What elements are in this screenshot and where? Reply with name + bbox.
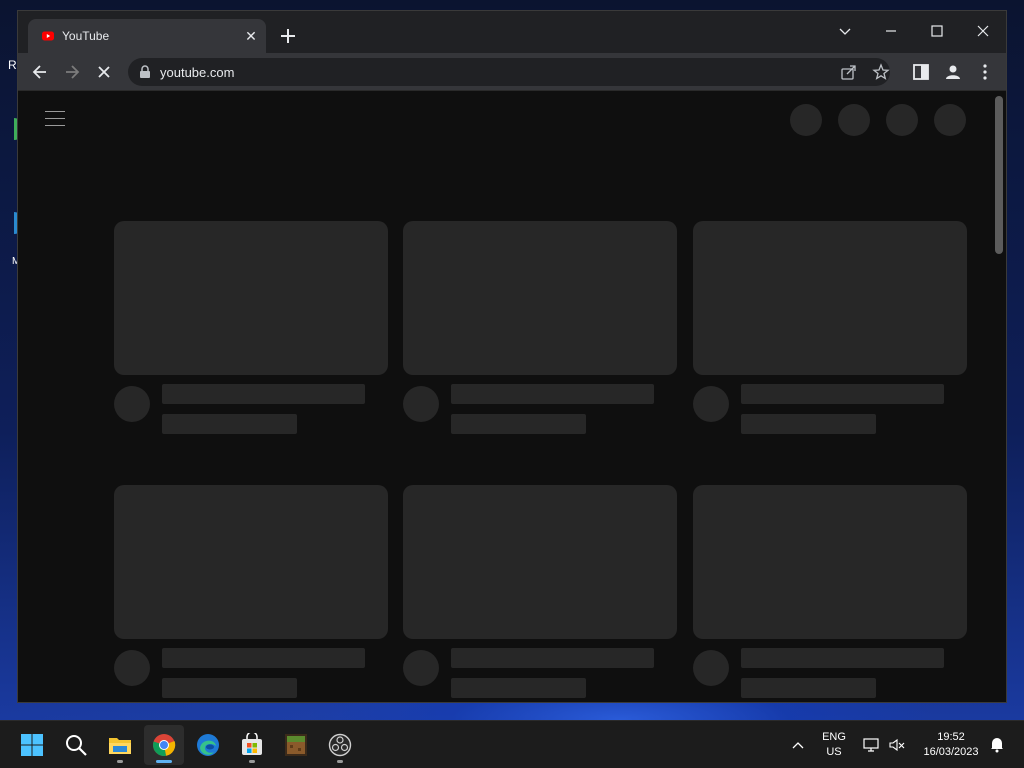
microsoft-store-icon xyxy=(242,733,262,755)
avatar-placeholder xyxy=(114,650,150,686)
video-card-placeholder[interactable] xyxy=(693,221,967,434)
avatar-placeholder xyxy=(114,386,150,422)
video-card-placeholder[interactable] xyxy=(403,485,677,698)
title-placeholder xyxy=(451,384,654,404)
thumbnail-placeholder[interactable] xyxy=(403,485,677,639)
language-code: ENG xyxy=(822,731,846,743)
stop-loading-icon[interactable] xyxy=(94,62,114,82)
browser-toolbar: youtube.com xyxy=(18,53,1006,91)
browser-window: YouTube ✕ youtube.com xyxy=(17,10,1007,703)
meta-placeholder xyxy=(162,678,297,698)
title-placeholder xyxy=(741,384,944,404)
side-panel-icon[interactable] xyxy=(911,62,931,82)
meta-placeholder xyxy=(741,678,876,698)
keyboard-region: US xyxy=(826,746,842,758)
video-card-placeholder[interactable] xyxy=(403,221,677,434)
taskbar-file-explorer[interactable] xyxy=(100,725,140,765)
meta-placeholder xyxy=(451,678,586,698)
clock-date: 16/03/2023 xyxy=(923,746,979,758)
taskbar-microsoft-store[interactable] xyxy=(232,725,272,765)
address-bar[interactable]: youtube.com xyxy=(128,58,890,86)
meta-placeholder xyxy=(741,414,876,434)
page-content xyxy=(18,91,1006,702)
meta-placeholder xyxy=(162,414,297,434)
close-window-button[interactable] xyxy=(969,17,997,45)
title-placeholder xyxy=(741,648,944,668)
clock-time: 19:52 xyxy=(937,731,965,743)
taskbar-obs[interactable] xyxy=(320,725,360,765)
youtube-favicon-icon xyxy=(42,31,54,41)
active-indicator xyxy=(156,760,172,763)
avatar-placeholder xyxy=(403,386,439,422)
title-placeholder xyxy=(162,384,365,404)
tab-youtube[interactable]: YouTube ✕ xyxy=(28,19,266,53)
forward-arrow-icon[interactable] xyxy=(62,62,82,82)
title-placeholder xyxy=(162,648,365,668)
video-card-placeholder[interactable] xyxy=(114,221,388,434)
hamburger-menu-icon[interactable] xyxy=(45,111,65,127)
chrome-icon xyxy=(153,734,176,756)
avatar-placeholder xyxy=(693,386,729,422)
taskbar-search-button[interactable] xyxy=(56,725,96,765)
running-indicator xyxy=(117,760,123,763)
header-placeholder xyxy=(790,104,822,136)
video-card-placeholder[interactable] xyxy=(693,485,967,698)
new-tab-button[interactable] xyxy=(277,25,299,47)
tab-close-icon[interactable]: ✕ xyxy=(242,27,260,45)
volume-muted-icon[interactable] xyxy=(888,736,906,754)
avatar-placeholder xyxy=(693,650,729,686)
bookmark-star-icon[interactable] xyxy=(872,63,890,81)
minecraft-icon xyxy=(285,734,307,756)
windows-start-icon xyxy=(21,734,43,756)
meta-placeholder xyxy=(451,414,586,434)
running-indicator xyxy=(249,760,255,763)
file-explorer-icon xyxy=(109,738,131,754)
tab-strip: YouTube ✕ xyxy=(18,11,1006,53)
obs-icon xyxy=(328,733,352,757)
search-icon xyxy=(66,735,87,756)
thumbnail-placeholder[interactable] xyxy=(114,485,388,639)
header-placeholder xyxy=(886,104,918,136)
url-text[interactable]: youtube.com xyxy=(160,65,234,80)
back-arrow-icon[interactable] xyxy=(30,62,50,82)
running-indicator xyxy=(337,760,343,763)
tab-title: YouTube xyxy=(62,29,110,43)
lock-icon[interactable] xyxy=(139,65,151,79)
taskbar-chrome[interactable] xyxy=(144,725,184,765)
share-icon[interactable] xyxy=(840,63,858,81)
tab-search-chevron-icon[interactable] xyxy=(831,17,859,45)
header-placeholder xyxy=(838,104,870,136)
taskbar-minecraft[interactable] xyxy=(276,725,316,765)
thumbnail-placeholder[interactable] xyxy=(693,221,967,375)
network-icon[interactable] xyxy=(862,736,880,754)
profile-icon[interactable] xyxy=(943,62,963,82)
clock[interactable]: 19:52 16/03/2023 xyxy=(914,730,988,760)
show-hidden-icons-chevron-icon[interactable] xyxy=(790,737,806,753)
minimize-button[interactable] xyxy=(877,17,905,45)
edge-icon xyxy=(197,734,219,756)
title-placeholder xyxy=(451,648,654,668)
start-button[interactable] xyxy=(12,725,52,765)
avatar-placeholder xyxy=(403,650,439,686)
scrollbar-thumb[interactable] xyxy=(995,96,1003,254)
taskbar: ENG US 19:52 16/03/2023 xyxy=(0,720,1024,768)
header-placeholder xyxy=(934,104,966,136)
language-indicator[interactable]: ENG US xyxy=(816,730,852,760)
notification-bell-icon[interactable] xyxy=(988,735,1006,753)
thumbnail-placeholder[interactable] xyxy=(693,485,967,639)
thumbnail-placeholder[interactable] xyxy=(403,221,677,375)
maximize-button[interactable] xyxy=(923,17,951,45)
thumbnail-placeholder[interactable] xyxy=(114,221,388,375)
more-menu-icon[interactable] xyxy=(975,62,995,82)
video-card-placeholder[interactable] xyxy=(114,485,388,698)
taskbar-edge[interactable] xyxy=(188,725,228,765)
